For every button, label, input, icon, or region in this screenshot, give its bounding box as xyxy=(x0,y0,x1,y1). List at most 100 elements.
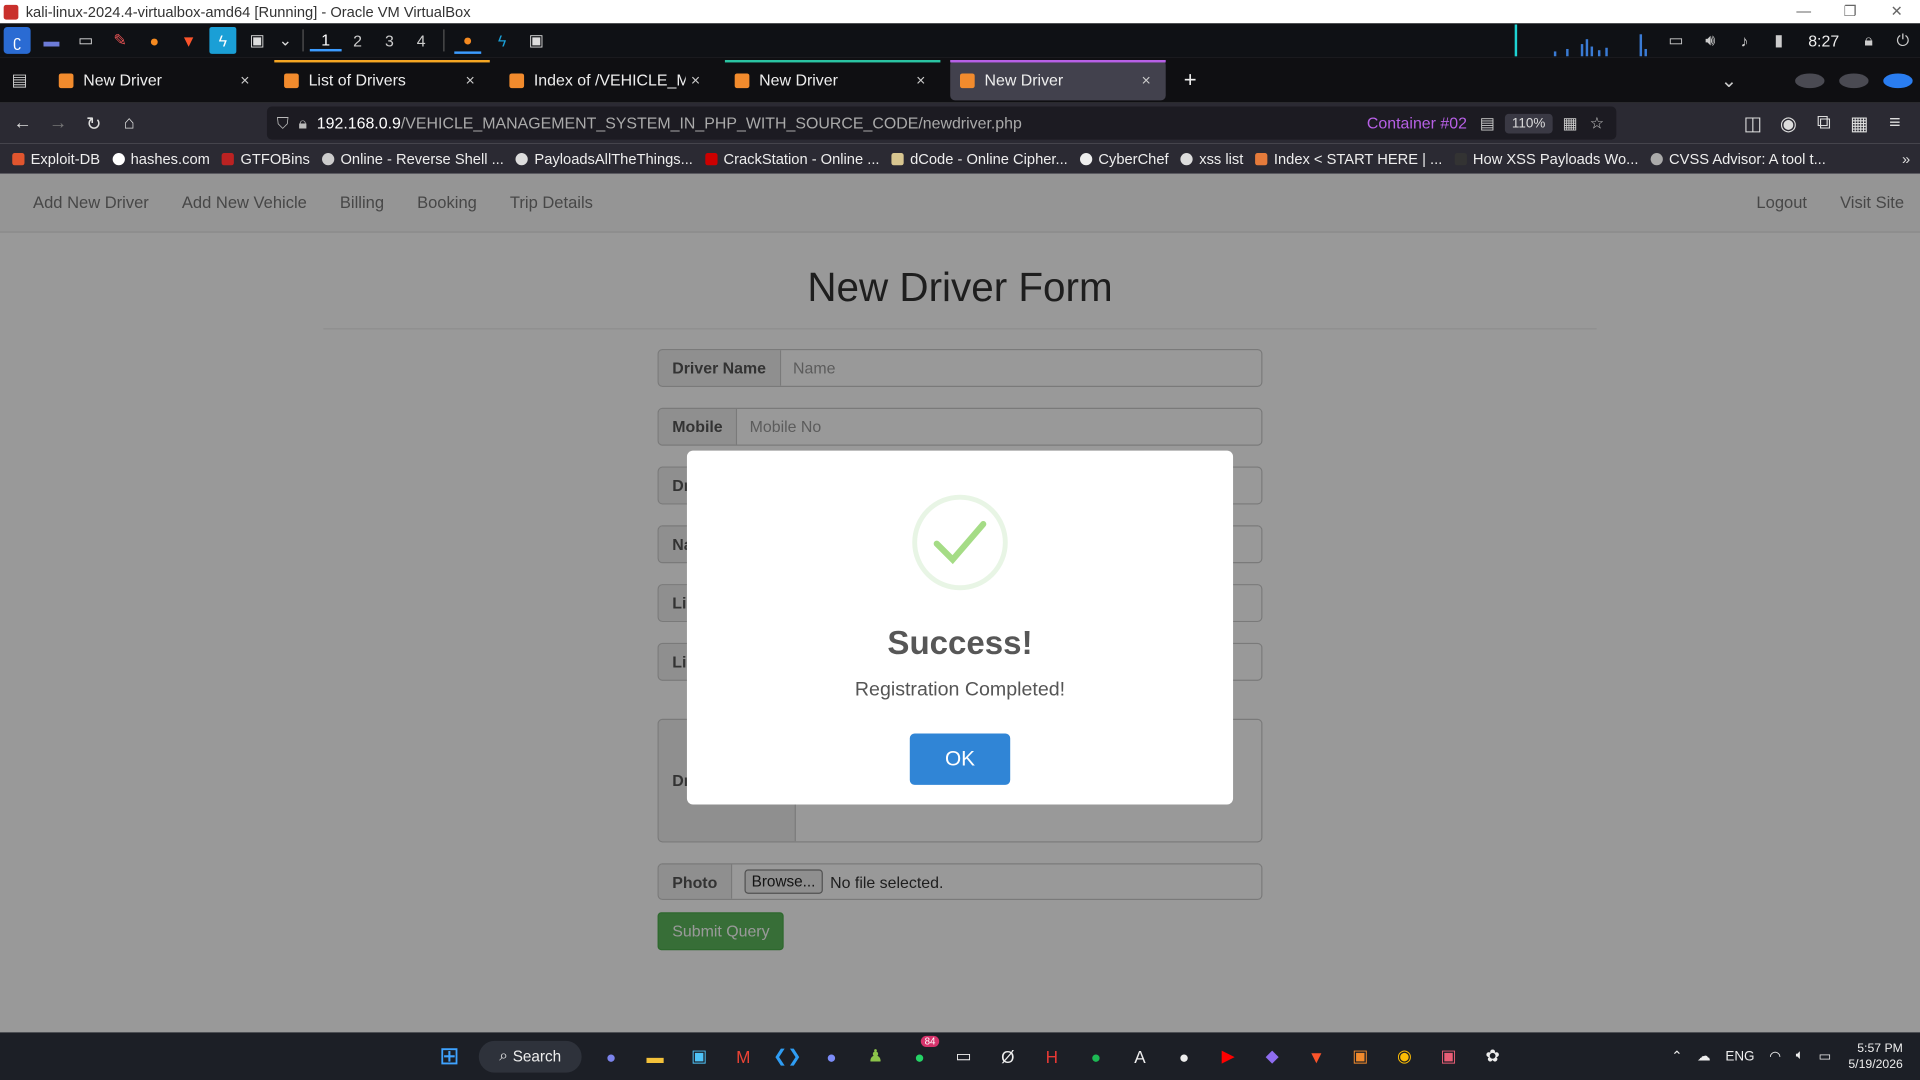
tab-close-icon[interactable]: × xyxy=(235,71,255,89)
chatgpt-icon[interactable]: ✿ xyxy=(1471,1034,1515,1078)
chrome-icon[interactable]: ◉ xyxy=(1382,1034,1426,1078)
terminal-window-icon[interactable]: ▣ xyxy=(523,27,550,54)
virtualbox-icon[interactable]: ▣ xyxy=(1427,1034,1471,1078)
bookmark-item[interactable]: How XSS Payloads Wo... xyxy=(1454,150,1638,167)
brave-icon[interactable]: ▼ xyxy=(1294,1034,1338,1078)
maximize-dot-icon[interactable] xyxy=(1839,72,1869,88)
notion-icon[interactable]: Ø xyxy=(986,1034,1030,1078)
reader-view-icon[interactable]: ▤ xyxy=(1480,113,1495,133)
workspace-3[interactable]: 3 xyxy=(373,31,405,49)
tab-new-driver-2[interactable]: New Driver × xyxy=(724,60,941,100)
bookmark-item[interactable]: Exploit-DB xyxy=(12,150,100,167)
chevron-down-icon[interactable]: ⌄ xyxy=(278,27,293,54)
github-icon[interactable]: ● xyxy=(1162,1034,1206,1078)
bookmark-item[interactable]: CVSS Advisor: A tool t... xyxy=(1650,150,1826,167)
zoom-level[interactable]: 110% xyxy=(1504,113,1553,133)
file-manager-icon[interactable]: ▭ xyxy=(72,27,99,54)
vscode-icon[interactable]: ❮❯ xyxy=(765,1034,809,1078)
windows-start-icon[interactable]: ⊞ xyxy=(427,1034,471,1078)
extensions-icon[interactable]: ⧉ xyxy=(1806,112,1842,134)
desktop-icon[interactable]: ▬ xyxy=(38,27,65,54)
ok-button[interactable]: OK xyxy=(909,733,1011,785)
workspace-2[interactable]: 2 xyxy=(342,31,374,49)
terminal-icon[interactable]: ▣ xyxy=(244,27,271,54)
tab-close-icon[interactable]: × xyxy=(686,71,706,89)
battery-icon[interactable]: ▮ xyxy=(1762,31,1796,51)
home-icon[interactable]: ⌂ xyxy=(111,113,147,134)
taskbar-clock[interactable]: 5:57 PM 5/19/2026 xyxy=(1848,1040,1902,1072)
bookmark-item[interactable]: GTFOBins xyxy=(222,150,310,167)
tab-new-driver-active[interactable]: New Driver × xyxy=(950,60,1166,101)
chevron-down-icon[interactable]: ⌄ xyxy=(1714,68,1743,92)
wifi-icon[interactable]: ◠ xyxy=(1769,1048,1781,1064)
spotify-icon[interactable]: ● xyxy=(1074,1034,1118,1078)
ai-app-icon[interactable]: A xyxy=(1118,1034,1162,1078)
tab-close-icon[interactable]: × xyxy=(1136,71,1156,89)
new-tab-button[interactable]: + xyxy=(1173,67,1207,93)
battery-icon[interactable]: ▭ xyxy=(1818,1048,1831,1064)
more-bookmarks-icon[interactable]: » xyxy=(1902,150,1910,167)
bookmark-item[interactable]: CrackStation - Online ... xyxy=(705,150,879,167)
tab-close-icon[interactable]: × xyxy=(911,71,931,89)
close-icon[interactable]: ✕ xyxy=(1873,0,1920,23)
language-indicator[interactable]: ENG xyxy=(1725,1049,1754,1064)
brave-icon[interactable]: ▼ xyxy=(175,27,202,54)
minimize-dot-icon[interactable] xyxy=(1795,72,1825,88)
bookmark-star-icon[interactable]: ☆ xyxy=(1590,113,1604,133)
containers-icon[interactable]: ▦ xyxy=(1842,111,1878,135)
account-icon[interactable]: ◉ xyxy=(1771,111,1807,135)
bookmark-item[interactable]: Online - Reverse Shell ... xyxy=(322,150,504,167)
h-app-icon[interactable]: H xyxy=(1030,1034,1074,1078)
tab-list-of-drivers[interactable]: List of Drivers × xyxy=(274,60,490,100)
container-label[interactable]: Container #02 xyxy=(1367,114,1467,132)
bookmark-item[interactable]: PayloadsAllTheThings... xyxy=(516,150,693,167)
tab-index-of[interactable]: Index of /VEHICLE_MANAGEMENT_SYSTEM_IN_P… xyxy=(500,60,716,100)
restore-icon[interactable]: ❐ xyxy=(1827,0,1874,23)
qr-code-icon[interactable]: ▦ xyxy=(1563,113,1578,133)
firefox-window-icon[interactable]: ● xyxy=(454,27,482,54)
store-icon[interactable]: ▣ xyxy=(677,1034,721,1078)
bookmark-item[interactable]: CyberChef xyxy=(1080,150,1169,167)
workspace-1[interactable]: 1 xyxy=(309,30,342,51)
file-explorer-icon[interactable]: ▬ xyxy=(633,1034,677,1078)
workspace-4[interactable]: 4 xyxy=(405,31,437,49)
lock-icon[interactable]: 🔒︎ xyxy=(1851,31,1885,51)
bookmark-item[interactable]: xss list xyxy=(1180,150,1243,167)
volume-icon[interactable]: 🔊︎ xyxy=(1693,31,1727,51)
notification-bell-icon[interactable]: ♪ xyxy=(1727,31,1761,49)
menu-icon[interactable]: ≡ xyxy=(1877,112,1913,134)
tab-close-icon[interactable]: × xyxy=(460,71,480,89)
gmail-icon[interactable]: M xyxy=(721,1034,765,1078)
xampp-icon[interactable]: ▣ xyxy=(1338,1034,1382,1078)
youtube-icon[interactable]: ▶ xyxy=(1206,1034,1250,1078)
teams-icon[interactable]: ● xyxy=(589,1034,633,1078)
reload-icon[interactable]: ↻ xyxy=(76,112,112,134)
tab-list-icon[interactable]: ▤ xyxy=(0,70,39,91)
burp-window-icon[interactable]: ϟ xyxy=(489,27,516,54)
taskbar-search[interactable]: ⌕ Search xyxy=(478,1040,582,1073)
display-icon[interactable]: ▭ xyxy=(1659,31,1693,51)
chevron-up-icon[interactable]: ⌃ xyxy=(1671,1048,1682,1064)
bookmark-item[interactable]: hashes.com xyxy=(112,150,210,167)
whatsapp-icon[interactable]: ● 84 xyxy=(898,1034,942,1078)
bookmark-item[interactable]: dCode - Online Cipher... xyxy=(891,150,1068,167)
close-dot-icon[interactable] xyxy=(1883,72,1913,88)
text-editor-icon[interactable]: ✎ xyxy=(107,27,134,54)
tab-new-driver-1[interactable]: New Driver × xyxy=(49,60,265,100)
obsidian-icon[interactable]: ◆ xyxy=(1250,1034,1294,1078)
forward-arrow-icon[interactable]: → xyxy=(40,113,76,134)
discord-icon[interactable]: ● xyxy=(809,1034,853,1078)
firefox-icon[interactable]: ● xyxy=(141,27,168,54)
pocket-icon[interactable]: ◫ xyxy=(1735,111,1771,135)
minimize-icon[interactable]: — xyxy=(1780,0,1827,23)
bookmark-item[interactable]: Index < START HERE | ... xyxy=(1255,150,1442,167)
volume-icon[interactable]: 🔈︎ xyxy=(1796,1048,1804,1064)
burp-icon[interactable]: ϟ xyxy=(209,26,237,54)
back-arrow-icon[interactable]: ← xyxy=(5,113,41,134)
panel-clock[interactable]: 8:27 xyxy=(1808,31,1839,49)
lock-icon[interactable]: 🔒︎ xyxy=(298,113,306,133)
kali-menu-icon[interactable]: ʗ xyxy=(3,26,31,54)
onedrive-icon[interactable]: ☁ xyxy=(1697,1048,1710,1064)
chess-icon[interactable]: ♟ xyxy=(853,1034,897,1078)
address-bar[interactable]: ⛉ 🔒︎ 192.168.0.9 /VEHICLE_MANAGEMENT_SYS… xyxy=(266,106,1617,140)
